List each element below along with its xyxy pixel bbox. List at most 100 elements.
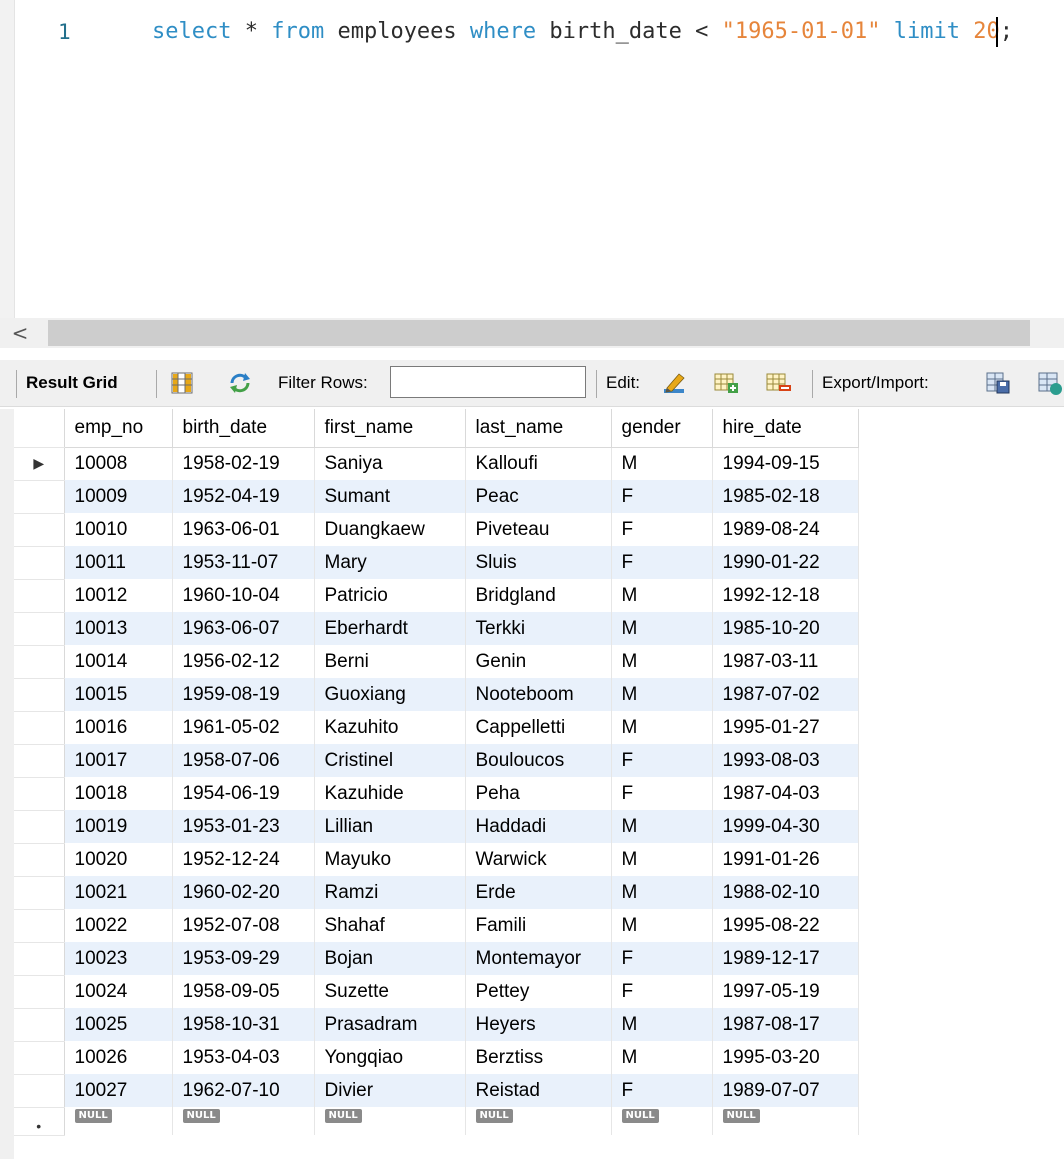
table-cell-last-name[interactable]: Peha [465,777,612,810]
table-row[interactable]: 10018 1954-06-19 Kazuhide Peha F 1987-04-03 [14,777,859,811]
table-cell-first-name[interactable]: Shahaf [314,909,466,942]
table-cell-gender[interactable]: M [611,843,713,876]
result-grid-tab[interactable]: Result Grid [26,360,118,406]
table-cell-emp-no[interactable]: 10019 [64,810,173,843]
table-cell-emp-no[interactable]: 10024 [64,975,173,1008]
column-header[interactable]: last_name [465,409,612,448]
table-cell-birth-date[interactable]: 1953-04-03 [172,1041,315,1074]
table-cell-gender[interactable]: F [611,513,713,546]
table-cell-emp-no[interactable]: 10016 [64,711,173,744]
table-cell-last-name[interactable]: Bouloucos [465,744,612,777]
table-cell-gender[interactable]: F [611,480,713,513]
table-cell-first-name[interactable]: Suzette [314,975,466,1008]
table-cell-first-name[interactable]: Sumant [314,480,466,513]
table-cell-gender[interactable]: M [611,810,713,843]
table-cell-birth-date[interactable]: 1960-10-04 [172,579,315,612]
table-cell-last-name[interactable]: Warwick [465,843,612,876]
table-cell-gender[interactable]: F [611,942,713,975]
table-cell-emp-no[interactable]: 10017 [64,744,173,777]
refresh-icon[interactable] [226,369,254,397]
table-cell-birth-date[interactable]: 1958-10-31 [172,1008,315,1041]
table-cell-gender[interactable]: F [611,975,713,1008]
table-row[interactable]: 10020 1952-12-24 Mayuko Warwick M 1991-01-26 [14,843,859,877]
row-header-cell[interactable] [14,612,65,646]
table-cell-hire-date[interactable]: 1995-08-22 [712,909,859,942]
table-cell-birth-date[interactable]: 1961-05-02 [172,711,315,744]
table-cell-gender[interactable]: F [611,744,713,777]
table-cell-hire-date[interactable]: 1985-10-20 [712,612,859,645]
row-header-cell[interactable] [14,942,65,976]
table-cell-emp-no[interactable]: 10020 [64,843,173,876]
table-cell-emp-no[interactable]: 10008 [64,447,173,480]
table-cell-gender[interactable]: F [611,1074,713,1107]
table-cell-birth-date[interactable]: 1963-06-01 [172,513,315,546]
table-cell-birth-date[interactable]: 1952-07-08 [172,909,315,942]
table-cell-emp-no[interactable]: 10018 [64,777,173,810]
table-cell-first-name[interactable]: Mayuko [314,843,466,876]
table-row[interactable]: 10026 1953-04-03 Yongqiao Berztiss M 1995-03-… [14,1041,859,1075]
editor-horizontal-scrollbar[interactable]: < [0,318,1064,348]
null-cell[interactable]: NULL [611,1107,713,1135]
row-header-cell[interactable] [14,513,65,547]
row-header-cell[interactable] [14,876,65,910]
table-cell-last-name[interactable]: Terkki [465,612,612,645]
table-cell-first-name[interactable]: Guoxiang [314,678,466,711]
table-cell-birth-date[interactable]: 1959-08-19 [172,678,315,711]
table-cell-hire-date[interactable]: 1990-01-22 [712,546,859,579]
edit-pencil-icon[interactable] [660,369,688,397]
result-table[interactable]: emp_no birth_date first_name last_name g… [14,409,859,1136]
table-row[interactable]: 10016 1961-05-02 Kazuhito Cappelletti M 1995-… [14,711,859,745]
scroll-left-arrow-icon[interactable]: < [0,318,40,348]
table-cell-gender[interactable]: M [611,447,713,480]
table-cell-birth-date[interactable]: 1954-06-19 [172,777,315,810]
table-cell-last-name[interactable]: Reistad [465,1074,612,1107]
table-row[interactable]: 10011 1953-11-07 Mary Sluis F 1990-01-22 [14,546,859,580]
table-cell-last-name[interactable]: Peac [465,480,612,513]
table-row[interactable]: 10023 1953-09-29 Bojan Montemayor F 1989-12-1… [14,942,859,976]
row-header-cell[interactable] [14,579,65,613]
table-row[interactable]: 10017 1958-07-06 Cristinel Bouloucos F 1993-0… [14,744,859,778]
table-cell-emp-no[interactable]: 10010 [64,513,173,546]
table-cell-first-name[interactable]: Yongqiao [314,1041,466,1074]
table-row[interactable]: 10013 1963-06-07 Eberhardt Terkki M 1985-10-2… [14,612,859,646]
row-header-cell[interactable]: ▶ [14,447,65,481]
table-cell-last-name[interactable]: Cappelletti [465,711,612,744]
table-row[interactable]: 10019 1953-01-23 Lillian Haddadi M 1999-04-30 [14,810,859,844]
null-cell[interactable]: NULL [712,1107,859,1135]
table-cell-first-name[interactable]: Patricio [314,579,466,612]
row-header-cell[interactable] [14,843,65,877]
table-cell-first-name[interactable]: Divier [314,1074,466,1107]
table-cell-gender[interactable]: M [611,612,713,645]
row-header-cell[interactable]: • [14,1107,65,1136]
table-cell-emp-no[interactable]: 10021 [64,876,173,909]
table-cell-hire-date[interactable]: 1997-05-19 [712,975,859,1008]
table-cell-emp-no[interactable]: 10027 [64,1074,173,1107]
sql-query-text[interactable]: select * from employees where birth_date… [152,14,1013,50]
table-cell-first-name[interactable]: Ramzi [314,876,466,909]
row-header-cell[interactable] [14,1041,65,1075]
table-row[interactable]: 10010 1963-06-01 Duangkaew Piveteau F 1989-08… [14,513,859,547]
column-header[interactable]: emp_no [64,409,173,448]
null-cell[interactable]: NULL [314,1107,466,1135]
table-row[interactable]: 10027 1962-07-10 Divier Reistad F 1989-07-07 [14,1074,859,1108]
table-cell-last-name[interactable]: Berztiss [465,1041,612,1074]
table-cell-hire-date[interactable]: 1987-04-03 [712,777,859,810]
table-cell-hire-date[interactable]: 1987-08-17 [712,1008,859,1041]
row-header-cell[interactable] [14,678,65,712]
import-icon[interactable] [1036,369,1064,397]
table-cell-hire-date[interactable]: 1995-01-27 [712,711,859,744]
table-cell-first-name[interactable]: Prasadram [314,1008,466,1041]
table-cell-first-name[interactable]: Eberhardt [314,612,466,645]
table-cell-emp-no[interactable]: 10022 [64,909,173,942]
code-line-1[interactable]: 1 select * from employees where birth_da… [0,14,1064,50]
row-header-cell[interactable] [14,546,65,580]
table-cell-gender[interactable]: M [611,1008,713,1041]
table-cell-gender[interactable]: M [611,909,713,942]
table-cell-last-name[interactable]: Haddadi [465,810,612,843]
table-cell-hire-date[interactable]: 1989-07-07 [712,1074,859,1107]
row-header-cell[interactable] [14,1074,65,1108]
export-icon[interactable] [984,369,1012,397]
column-header[interactable]: gender [611,409,713,448]
table-cell-birth-date[interactable]: 1953-01-23 [172,810,315,843]
table-cell-last-name[interactable]: Sluis [465,546,612,579]
